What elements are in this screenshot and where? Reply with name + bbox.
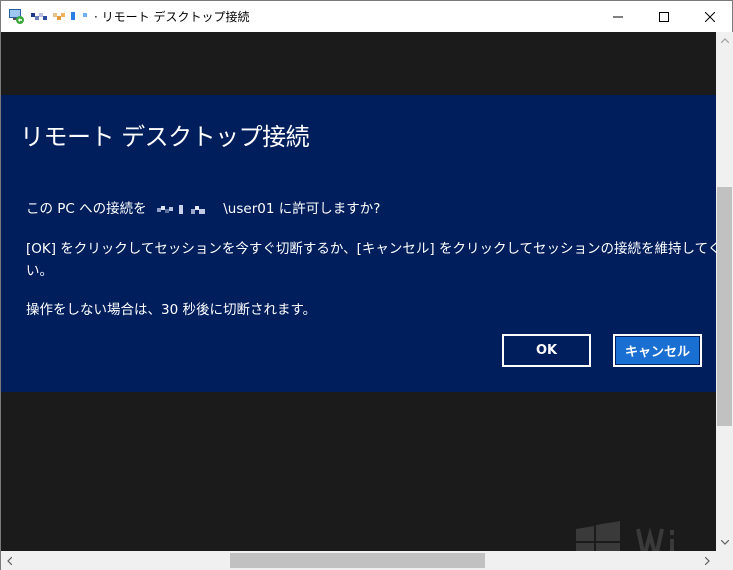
window-title: · リモート デスクトップ接続	[94, 8, 249, 25]
scroll-left-button[interactable]	[1, 552, 18, 569]
user-account-name: \user01	[223, 201, 275, 217]
scroll-down-button[interactable]	[716, 534, 733, 551]
vertical-scrollbar[interactable]	[716, 32, 733, 551]
cancel-button[interactable]: キャンセル	[613, 334, 702, 367]
ok-button[interactable]: OK	[502, 334, 591, 367]
allow-connection-question: この PC への接続を \user01 に許可しますか?	[26, 197, 380, 217]
instruction-text-line2: い。	[26, 263, 53, 279]
scroll-up-button[interactable]	[716, 32, 733, 49]
title-bar[interactable]: · リモート デスクトップ接続	[1, 1, 732, 32]
title-separator: ·	[94, 10, 98, 24]
close-button[interactable]	[687, 1, 733, 32]
horizontal-scrollbar[interactable]	[1, 551, 716, 570]
scroll-left-arrow-icon	[7, 556, 12, 565]
horizontal-scroll-thumb[interactable]	[230, 553, 485, 568]
scroll-down-arrow-icon	[720, 540, 729, 545]
scroll-right-button[interactable]	[699, 552, 716, 569]
dialog-title: リモート デスクトップ接続	[20, 123, 310, 151]
scroll-right-arrow-icon	[705, 556, 710, 565]
maximize-icon	[659, 11, 669, 22]
disconnect-prompt-dialog: リモート デスクトップ接続 この PC への接続を \user01 に許可します…	[1, 95, 733, 392]
remote-desktop-app-icon	[9, 9, 24, 24]
question-suffix: に許可しますか?	[278, 201, 381, 217]
redacted-computer-name-icon	[31, 12, 87, 20]
minimize-button[interactable]	[595, 1, 641, 32]
window-title-label: リモート デスクトップ接続	[101, 10, 250, 24]
remote-desktop-window: · リモート デスクトップ接続 リモート デスクトップ接続 この PC への接続…	[0, 0, 733, 570]
auto-disconnect-notice: 操作をしない場合は、30 秒後に切断されます。	[26, 302, 317, 318]
minimize-icon	[613, 16, 623, 17]
vertical-scroll-thumb[interactable]	[717, 187, 732, 426]
question-prefix: この PC への接続を	[26, 201, 147, 217]
redacted-domain-icon	[156, 205, 205, 214]
scroll-up-arrow-icon	[720, 38, 729, 43]
instruction-text-line1: [OK] をクリックしてセッションを今すぐ切断するか、[キャンセル] をクリック…	[26, 241, 733, 257]
maximize-button[interactable]	[641, 1, 687, 32]
scrollbar-corner	[716, 551, 733, 570]
close-icon	[705, 11, 715, 22]
